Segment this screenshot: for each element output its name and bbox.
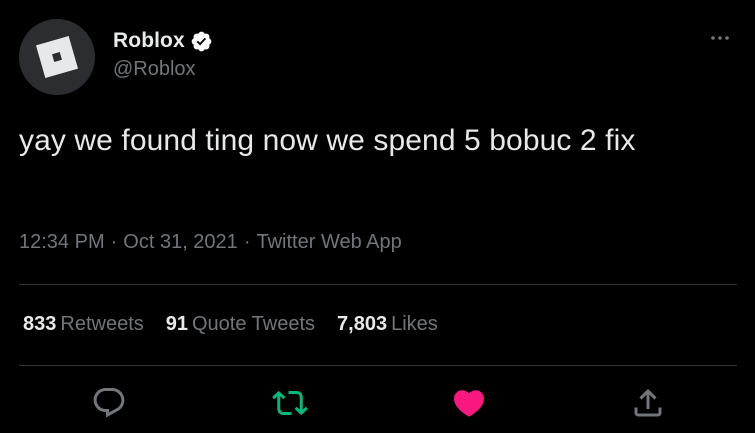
tweet-time[interactable]: 12:34 PM xyxy=(19,231,105,254)
roblox-logo-icon xyxy=(19,19,95,95)
retweets-count: 833 xyxy=(23,313,57,335)
reply-icon xyxy=(93,388,125,418)
author-name-row: Roblox xyxy=(113,28,213,54)
author-name[interactable]: Roblox xyxy=(113,29,185,53)
meta-separator: · xyxy=(243,231,251,253)
retweet-button[interactable] xyxy=(272,385,308,421)
likes-label: Likes xyxy=(391,313,438,335)
author-avatar[interactable] xyxy=(19,19,95,95)
retweets-stat[interactable]: 833 Retweets xyxy=(23,313,144,336)
author-handle[interactable]: @Roblox xyxy=(113,58,196,81)
tweet-meta: 12:34 PM · Oct 31, 2021 · Twitter Web Ap… xyxy=(19,231,402,254)
divider xyxy=(19,365,737,366)
tweet-date[interactable]: Oct 31, 2021 xyxy=(123,231,238,254)
heart-icon xyxy=(453,390,485,417)
share-icon xyxy=(634,388,662,417)
quote-tweets-count: 91 xyxy=(165,313,188,335)
divider xyxy=(19,284,737,285)
more-options-icon[interactable] xyxy=(707,28,733,48)
likes-stat[interactable]: 7,803 Likes xyxy=(337,313,438,336)
tweet-stats: 833 Retweets 91 Quote Tweets 7,803 Likes xyxy=(23,313,460,336)
tweet-card: Roblox @Roblox yay we found ting now we … xyxy=(0,0,755,433)
retweet-icon xyxy=(272,390,308,416)
meta-separator: · xyxy=(110,231,118,253)
tweet-text: yay we found ting now we spend 5 bobuc 2… xyxy=(19,124,636,157)
tweet-actions xyxy=(0,385,755,421)
retweets-label: Retweets xyxy=(60,313,144,335)
verified-badge-icon xyxy=(190,30,213,53)
quote-tweets-stat[interactable]: 91 Quote Tweets xyxy=(166,313,315,336)
tweet-source[interactable]: Twitter Web App xyxy=(256,231,401,254)
likes-count: 7,803 xyxy=(337,313,388,335)
share-button[interactable] xyxy=(630,385,666,421)
quote-tweets-label: Quote Tweets xyxy=(192,313,316,335)
reply-button[interactable] xyxy=(91,385,127,421)
like-button[interactable] xyxy=(451,385,487,421)
